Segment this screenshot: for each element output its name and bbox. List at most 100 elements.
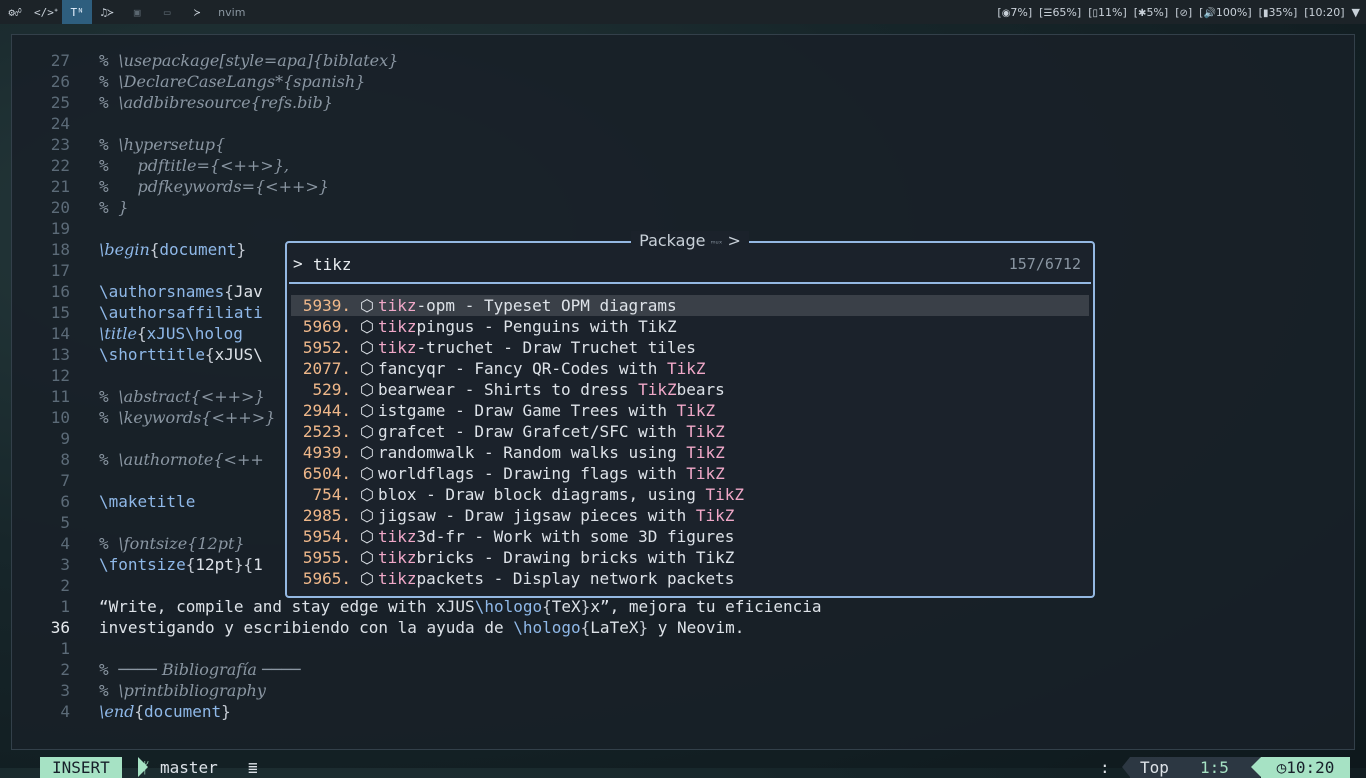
line-number: 1	[60, 639, 70, 658]
workspace-1-settings-icon[interactable]: ⚙☍	[0, 0, 30, 24]
line-text: investigando y escribiendo con la ayuda …	[99, 618, 745, 637]
prompt-caret-icon: >	[293, 254, 303, 273]
result-match: TikZ	[686, 443, 725, 462]
result-text: packets - Display network packets	[416, 569, 735, 588]
editor-line[interactable]: 3 % \printbibliography	[12, 680, 1352, 701]
stat-item[interactable]: [◉7%]	[997, 6, 1032, 19]
result-item[interactable]: 5955. ⬡ tikz bricks - Drawing bricks with T…	[291, 547, 1089, 568]
line-number: 15	[50, 303, 70, 322]
editor-line[interactable]: 21 % pdfkeywords={<++>}	[12, 176, 1352, 197]
line-number: 22	[50, 156, 70, 175]
line-text: % \usepackage[style=apa]{biblatex}	[99, 51, 399, 70]
result-text: pingus - Penguins with TikZ	[416, 317, 677, 336]
editor-line[interactable]: 26 % \DeclareCaseLangs*{spanish}	[12, 71, 1352, 92]
position-separator	[1122, 757, 1130, 777]
editor-line[interactable]: 27 % \usepackage[style=apa]{biblatex}	[12, 50, 1352, 71]
line-text: \end{document}	[99, 702, 231, 721]
stat-value: 100%	[1215, 5, 1248, 19]
stat-item[interactable]: [▯11%]	[1088, 6, 1127, 19]
match-count: 157/6712	[1008, 255, 1081, 273]
workspace-2-code-icon[interactable]: </>ᐩ	[30, 0, 62, 24]
result-text: jigsaw - Draw jigsaw pieces with	[378, 506, 696, 525]
line-number: 3	[60, 555, 70, 574]
editor-line[interactable]: 22 % pdftitle={<++>},	[12, 155, 1352, 176]
result-item[interactable]: 754. ⬡ blox - Draw block diagrams, using T…	[291, 484, 1089, 505]
result-match: TikZ	[638, 380, 677, 399]
editor-line[interactable]: 25 % \addbibresource{refs.bib}	[12, 92, 1352, 113]
stat-value: 65%	[1052, 5, 1077, 19]
stat-item[interactable]: [✱5%]	[1134, 6, 1168, 19]
result-text: fancyqr - Fancy QR-Codes with	[378, 359, 667, 378]
terminal-window[interactable]: 27% \usepackage[style=apa]{biblatex} 26% …	[11, 34, 1355, 778]
result-index: 5955.	[302, 548, 351, 567]
package-icon: ⬡	[360, 422, 374, 441]
result-item[interactable]: 2523. ⬡ grafcet - Draw Grafcet/SFC with Ti…	[291, 421, 1089, 442]
line-number: 17	[50, 261, 70, 280]
result-text: -opm - Typeset OPM diagrams	[416, 296, 677, 315]
workspace-4-music-icon[interactable]: ♫≻	[92, 0, 122, 24]
line-text: % \DeclareCaseLangs*{spanish}	[99, 72, 366, 91]
editor-line[interactable]: 1 “Write, compile and stay edge with xJUS…	[12, 596, 1352, 617]
line-text: \fontsize{12pt}{1	[99, 555, 263, 574]
result-match: TikZ	[676, 401, 716, 420]
result-item[interactable]: 5939. ⬡ tikz -opm - Typeset OPM diagrams	[291, 295, 1089, 316]
result-text: worldflags - Drawing flags with	[378, 464, 687, 483]
result-match: tikz	[378, 317, 417, 336]
result-item[interactable]: 2077. ⬡ fancyqr - Fancy QR-Codes with TikZ	[291, 358, 1089, 379]
package-icon: ⬡	[360, 464, 374, 483]
line-number: 14	[50, 324, 70, 343]
window-title: nvim	[218, 5, 246, 19]
editor-line[interactable]: 1	[12, 638, 1352, 659]
line-number: 1	[60, 597, 70, 616]
package-picker[interactable]: Package ᵐᵘˣ > > 157/6712 5939.⬡tikz-opm …	[285, 231, 1095, 598]
result-item[interactable]: 529. ⬡ bearwear - Shirts to dress TikZ bear…	[291, 379, 1089, 400]
result-text: grafcet - Draw Grafcet/SFC with	[378, 422, 687, 441]
stat-item[interactable]: [▮35%]	[1259, 6, 1298, 19]
result-match: tikz	[378, 296, 417, 315]
editor-line[interactable]: 24	[12, 113, 1352, 134]
result-text: istgame - Draw Game Trees with	[378, 401, 677, 420]
result-item[interactable]: 2985. ⬡ jigsaw - Draw jigsaw pieces with T…	[291, 505, 1089, 526]
result-item[interactable]: 5954. ⬡ tikz 3d-fr - Work with some 3D figu…	[291, 526, 1089, 547]
editor-line[interactable]: 19	[12, 218, 1352, 239]
stat-value: 10:20	[1308, 5, 1341, 19]
result-item[interactable]: 4939. ⬡ randomwalk - Random walks using Ti…	[291, 442, 1089, 463]
line-text: % pdfkeywords={<++>}	[99, 177, 329, 196]
stat-item[interactable]: [🔊100%]	[1199, 6, 1252, 19]
line-text: % \keywords{<++>}	[99, 408, 276, 427]
result-item[interactable]: 6504. ⬡ worldflags - Drawing flags with Ti…	[291, 463, 1089, 484]
stat-item[interactable]: [10:20]	[1304, 6, 1344, 19]
editor-line[interactable]: 4 \end{document}	[12, 701, 1352, 722]
package-icon: ⬡	[360, 380, 374, 399]
package-icon: ⬡	[360, 317, 374, 336]
editor-line[interactable]: 20 % }	[12, 197, 1352, 218]
result-index: 529.	[312, 380, 351, 399]
line-text: “Write, compile and stay edge with xJUS\…	[99, 597, 822, 616]
workspace-7-terminal-icon[interactable]: ≻	[182, 0, 212, 24]
result-item[interactable]: 2944. ⬡ istgame - Draw Game Trees with Tik…	[291, 400, 1089, 421]
result-index: 754.	[312, 485, 351, 504]
clock-separator	[1251, 757, 1261, 777]
editor-line[interactable]: 36 investigando y escribiendo con la ayud…	[12, 617, 1352, 638]
result-match: TikZ	[686, 464, 725, 483]
workspace-6-laptop-icon[interactable]: ▭	[152, 0, 182, 24]
result-item[interactable]: 5952. ⬡ tikz -truchet - Draw Truchet tiles	[291, 337, 1089, 358]
line-number: 9	[60, 429, 70, 448]
editor-line[interactable]: 2 % ──── Bibliografía ────	[12, 659, 1352, 680]
workspace-5-window-icon[interactable]: ▣	[122, 0, 152, 24]
result-item[interactable]: 5969. ⬡ tikz pingus - Penguins with TikZ	[291, 316, 1089, 337]
line-text: \shorttitle{xJUS\	[99, 345, 263, 364]
package-icon: ⬡	[360, 506, 374, 525]
power-menu-icon[interactable]: ▼	[1352, 6, 1360, 19]
editor-line[interactable]: 23 % \hypersetup{	[12, 134, 1352, 155]
search-input[interactable]	[313, 253, 913, 275]
line-number: 11	[50, 387, 70, 406]
result-item[interactable]: 5965. ⬡ tikz packets - Display network pack…	[291, 568, 1089, 589]
picker-title-badge: ᵐᵘˣ	[710, 239, 723, 248]
line-text: % \authornote{<++	[99, 450, 264, 469]
workspace-3-editor-icon[interactable]: Tᴺ	[62, 0, 93, 24]
line-number: 7	[60, 471, 70, 490]
line-text: % \abstract{<++>}	[99, 387, 265, 406]
stat-item[interactable]: [☰65%]	[1039, 6, 1081, 19]
stat-item[interactable]: [⊘]	[1175, 6, 1192, 19]
